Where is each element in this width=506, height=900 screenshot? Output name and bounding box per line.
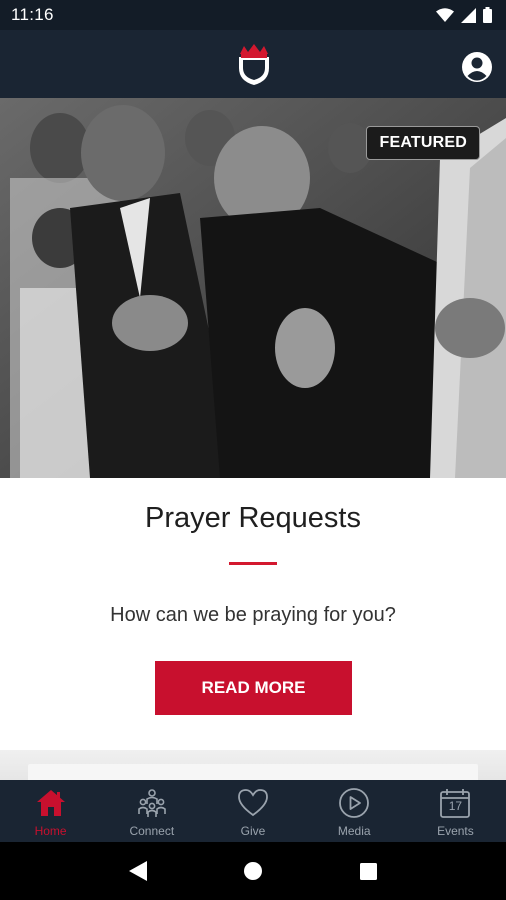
read-more-button[interactable]: READ MORE [155, 661, 352, 715]
featured-card: Prayer Requests How can we be praying fo… [0, 478, 506, 750]
tab-label: Home [34, 824, 67, 838]
bottom-tab-bar: Home Connect Give Media 17 Events [0, 780, 506, 842]
heart-icon [236, 786, 270, 820]
next-card[interactable] [28, 764, 478, 780]
account-circle-icon[interactable] [461, 51, 493, 83]
battery-icon [483, 7, 492, 23]
tab-connect[interactable]: Connect [101, 780, 202, 842]
calendar-day: 17 [448, 799, 463, 813]
tab-label: Events [437, 824, 474, 838]
home-circle-icon[interactable] [244, 862, 263, 880]
tab-media[interactable]: Media [304, 780, 405, 842]
card-subtitle: How can we be praying for you? [110, 604, 396, 626]
system-nav-bar [0, 842, 506, 900]
status-bar: 11:16 [0, 0, 506, 30]
wifi-icon [436, 8, 454, 22]
back-icon[interactable] [128, 861, 147, 881]
tab-home[interactable]: Home [0, 780, 101, 842]
tab-label: Give [240, 824, 266, 838]
status-icons [436, 7, 492, 23]
home-icon [34, 786, 68, 820]
featured-hero-image[interactable]: FEATURED [0, 98, 506, 478]
tab-give[interactable]: Give [202, 780, 303, 842]
tab-events[interactable]: 17 Events [405, 780, 506, 842]
app-header [0, 30, 506, 98]
recents-icon[interactable] [360, 862, 378, 880]
calendar-icon: 17 [438, 786, 472, 820]
card-title: Prayer Requests [145, 502, 361, 534]
status-time: 11:16 [11, 5, 54, 24]
card-divider [229, 562, 277, 565]
tab-label: Media [337, 824, 371, 838]
play-icon [337, 786, 371, 820]
crown-shield-logo-icon[interactable] [236, 44, 272, 86]
next-card-peek [0, 750, 506, 780]
featured-badge: FEATURED [366, 126, 480, 160]
signal-icon [461, 7, 476, 23]
tab-label: Connect [129, 824, 175, 838]
people-icon [135, 786, 169, 820]
